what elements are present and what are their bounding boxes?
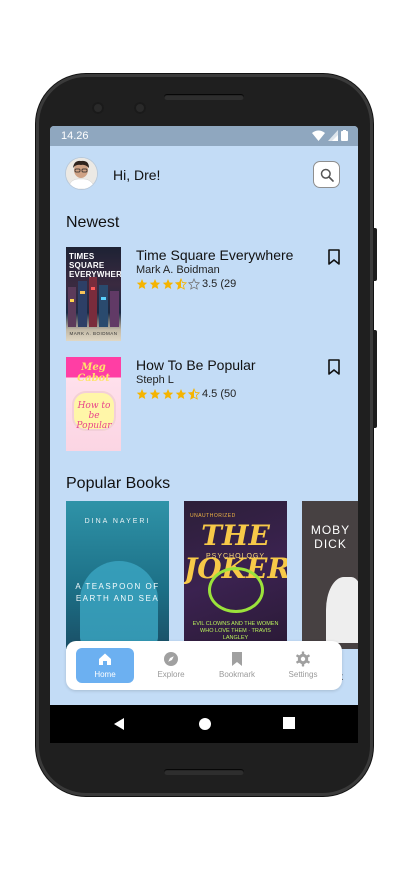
cover-footer: EVIL CLOWNS AND THE WOMEN WHO LOVE THEM …: [192, 621, 279, 641]
book-rating: 3.5 (29: [136, 278, 236, 290]
nav-bookmark-label: Bookmark: [218, 670, 255, 679]
volume-button: [373, 330, 377, 428]
bookmark-icon: [232, 652, 242, 666]
popular-book-cover[interactable]: UNAUTHORIZED THE JOKER PSYCHOLOGY EVIL C…: [184, 501, 287, 649]
nav-settings[interactable]: Settings: [274, 648, 332, 683]
bookmark-icon[interactable]: [328, 359, 340, 375]
cover-title: MOBY DICK: [310, 523, 351, 551]
nav-settings-label: Settings: [288, 670, 318, 679]
back-icon[interactable]: [113, 717, 125, 731]
system-nav-bar: [50, 705, 358, 743]
rating-value: 4.5 (50: [202, 388, 237, 400]
book-item[interactable]: TIMES SQUARE EVERYWHERE MARK A. BOIDMAN …: [66, 247, 351, 342]
cover-title: TIMES SQUARE EVERYWHERE: [69, 252, 121, 279]
bottom-nav: Home Explore Bookmark Settings: [66, 641, 342, 690]
front-camera: [92, 102, 104, 114]
compass-icon: [164, 652, 178, 666]
star-full-icon: [162, 279, 174, 289]
cover-author: MARK A. BOIDMAN: [69, 331, 118, 336]
popular-section-title: Popular Books: [66, 475, 171, 492]
star-half-icon: [188, 388, 200, 400]
bottom-speaker: [164, 769, 244, 775]
wifi-icon: [312, 130, 325, 141]
book-cover[interactable]: TIMES SQUARE EVERYWHERE MARK A. BOIDMAN: [66, 247, 121, 341]
app-screen: 14.26 Hi, Dre! Newest TIMES SQUARE EVERY…: [50, 126, 358, 743]
book-title[interactable]: How To Be Popular: [136, 357, 256, 373]
user-avatar[interactable]: [66, 158, 97, 189]
nav-bookmark[interactable]: Bookmark: [208, 648, 266, 683]
nav-explore-label: Explore: [157, 670, 185, 679]
avatar-photo: [66, 158, 97, 189]
star-full-icon: [149, 389, 161, 399]
signal-icon: [328, 130, 338, 141]
nav-explore[interactable]: Explore: [142, 648, 200, 683]
cover-author: DINA NAYERI: [84, 518, 151, 525]
book-title[interactable]: Time Square Everywhere: [136, 247, 293, 263]
book-author: Steph L: [136, 374, 174, 386]
star-full-icon: [162, 389, 174, 399]
rating-value: 3.5 (29: [202, 278, 237, 290]
status-time: 14.26: [61, 130, 89, 142]
book-author: Mark A. Boidman: [136, 264, 220, 276]
status-icons: [312, 130, 348, 141]
gear-icon: [296, 651, 310, 667]
cover-title: A TEASPOON OF EARTH AND SEA: [75, 582, 160, 603]
home-circle-icon[interactable]: [198, 717, 212, 731]
star-full-icon: [136, 279, 148, 289]
nav-home-label: Home: [94, 670, 116, 679]
rating-stars: [136, 388, 200, 400]
top-speaker: [164, 94, 244, 100]
power-button: [373, 228, 377, 281]
rating-stars: [136, 278, 200, 290]
book-item[interactable]: Meg Cabot How to be Popular How To Be Po…: [66, 357, 351, 452]
popular-books-carousel[interactable]: DINA NAYERI A TEASPOON OF EARTH AND SEA …: [66, 501, 358, 649]
book-rating: 4.5 (50: [136, 388, 236, 400]
cover-inner-title: How to be Popular: [76, 401, 112, 431]
city-illustration: [68, 277, 119, 327]
cover-whale-graphic: [326, 577, 358, 643]
home-icon: [99, 653, 111, 665]
cover-subtitle: PSYCHOLOGY: [205, 553, 265, 560]
star-full-icon: [136, 389, 148, 399]
greeting-text: Hi, Dre!: [113, 167, 161, 183]
cover-title: Meg Cabot: [77, 362, 110, 384]
sensor: [134, 102, 146, 114]
battery-icon: [341, 130, 348, 141]
search-icon: [320, 168, 334, 182]
star-half-icon: [175, 278, 187, 290]
popular-book-cover[interactable]: MOBY DICK: [302, 501, 358, 649]
star-full-icon: [149, 279, 161, 289]
star-full-icon: [175, 389, 187, 399]
popular-book-cover[interactable]: DINA NAYERI A TEASPOON OF EARTH AND SEA: [66, 501, 169, 649]
status-bar: 14.26: [50, 126, 358, 146]
bookmark-icon[interactable]: [328, 249, 340, 265]
recents-icon[interactable]: [283, 717, 295, 729]
search-button[interactable]: [313, 161, 340, 188]
book-cover[interactable]: Meg Cabot How to be Popular: [66, 357, 121, 451]
nav-home[interactable]: Home: [76, 648, 134, 683]
newest-section-title: Newest: [66, 214, 120, 231]
star-empty-icon: [188, 278, 200, 290]
cover-smile-graphic: [208, 567, 264, 613]
